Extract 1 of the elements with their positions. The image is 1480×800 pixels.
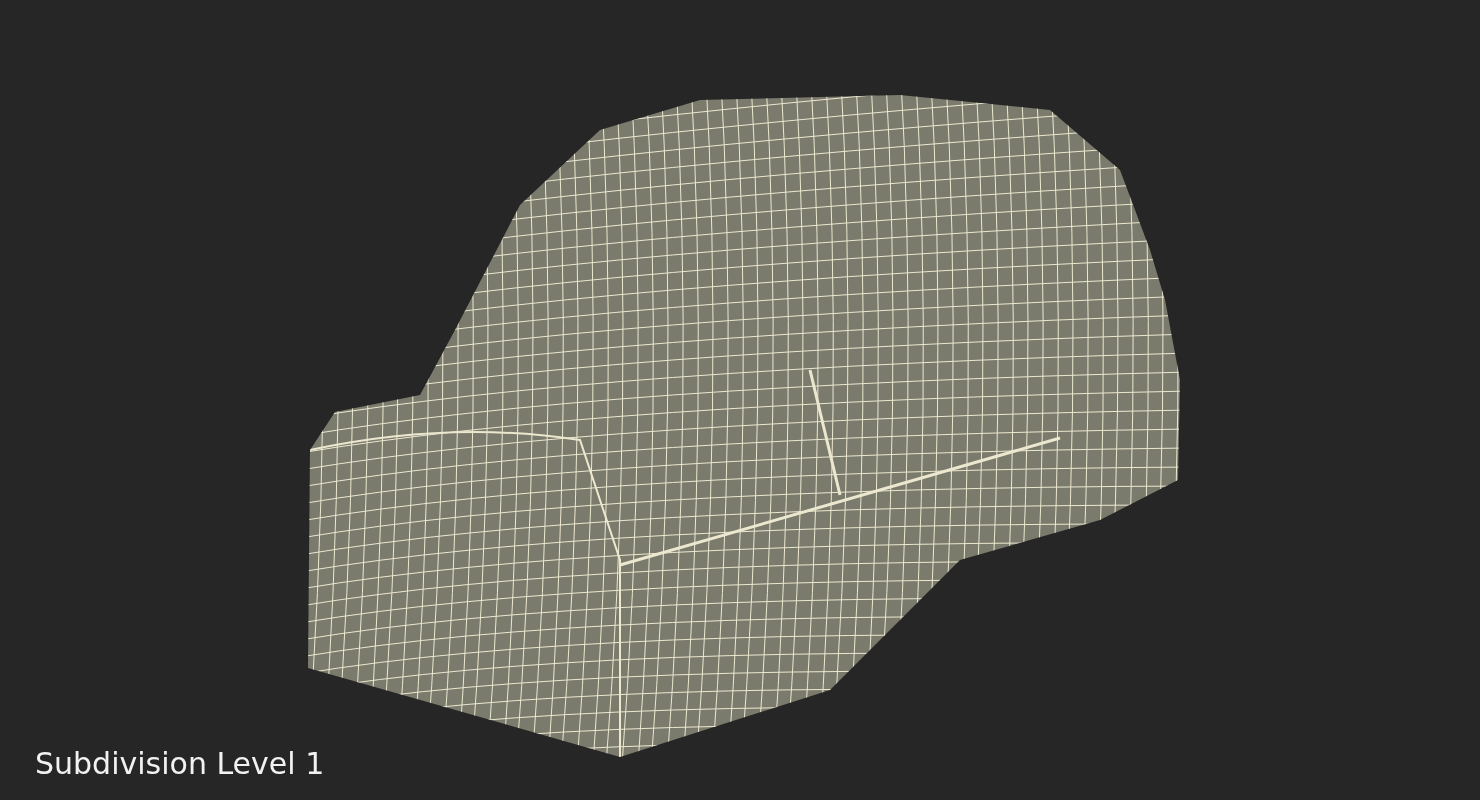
- caption-text: Subdivision Level 1: [35, 746, 325, 782]
